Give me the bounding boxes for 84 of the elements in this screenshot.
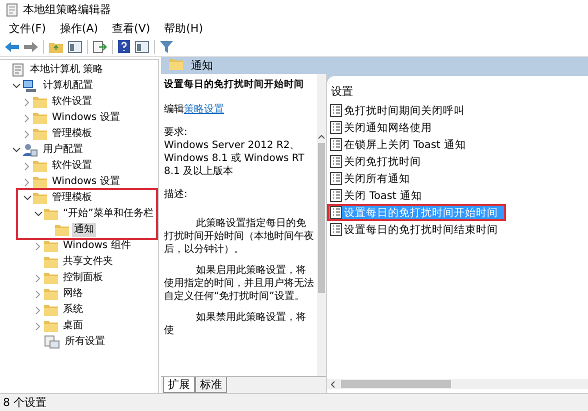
window-title: 本地组策略编辑器 (23, 2, 111, 17)
column-header[interactable]: 设置 (327, 76, 588, 102)
policy-setting-item[interactable]: 关闭所有通知 (327, 170, 588, 187)
tree-item[interactable]: Windows 设置 (50, 175, 122, 189)
description-label: 描述: (164, 188, 188, 201)
policy-title: 设置每日的免打扰时间开始时间 (164, 78, 305, 91)
folder-icon (44, 320, 58, 332)
tree-item[interactable]: Windows 设置 (50, 111, 122, 125)
policy-setting-item[interactable]: 在锁屏上关闭 Toast 通知 (327, 136, 588, 153)
forward-arrow-icon[interactable] (24, 40, 38, 52)
setting-icon (330, 155, 342, 168)
folder-icon (44, 288, 58, 300)
setting-icon (330, 189, 342, 202)
view-tab[interactable]: 标准 (195, 377, 227, 393)
tree-item[interactable]: 管理模板 (50, 127, 94, 141)
tree-item[interactable]: 所有设置 (63, 335, 107, 349)
tree-item[interactable]: 通知 (72, 223, 96, 237)
app-icon (6, 2, 18, 16)
folder-icon (44, 304, 58, 316)
folder-icon (33, 128, 47, 140)
tree-item[interactable]: 软件设置 (50, 159, 94, 173)
menu-item[interactable]: 查看(V) (105, 20, 158, 36)
help-icon[interactable] (118, 40, 130, 53)
tree-item[interactable]: 用户配置 (41, 143, 85, 157)
edit-label: 编辑 (164, 104, 184, 115)
pane-title: 通知 (191, 58, 213, 73)
description-paragraph: 如果禁用此策略设置，将使 (164, 311, 307, 337)
folder-icon (169, 58, 183, 70)
folder-icon (44, 272, 58, 284)
users-icon (22, 143, 38, 157)
setting-icon (330, 104, 342, 117)
view-tab[interactable]: 扩展 (163, 377, 195, 393)
tree-item[interactable]: 网络 (61, 287, 85, 301)
tree-item[interactable]: “开始”菜单和任务栏 (61, 207, 156, 221)
description-paragraph: 此策略设置指定每日的免打扰时间开始时间（本地时间午夜后，以分钟计）。 (164, 217, 315, 256)
setting-icon (330, 206, 342, 219)
policy-setting-item[interactable]: 关闭通知网络使用 (327, 119, 588, 136)
folder-icon (55, 224, 69, 236)
folder-icon (33, 160, 47, 172)
folder-icon (33, 96, 47, 108)
vertical-scrollbar[interactable] (317, 74, 326, 376)
panel-icon[interactable] (135, 40, 149, 52)
export-icon[interactable] (93, 40, 107, 52)
folder-icon[interactable] (49, 40, 63, 52)
setting-icon (330, 121, 342, 134)
policy-setting-item[interactable]: 关闭免打扰时间 (327, 153, 588, 170)
status-text: 8 个设置 (3, 395, 46, 410)
requirements-label: 要求: (164, 126, 188, 139)
policy-icon (11, 63, 25, 77)
panel-icon[interactable] (68, 40, 82, 52)
folder-icon (44, 240, 58, 252)
requirements-text: Windows Server 2012 R2、Windows 8.1 或 Windows RT 8.1 及以上版本 (164, 139, 306, 178)
scroll-left-icon[interactable] (331, 380, 335, 388)
tree-item[interactable]: 管理模板 (50, 191, 94, 205)
back-arrow-icon[interactable] (5, 40, 19, 52)
tree-item[interactable]: Windows 组件 (61, 239, 133, 253)
setting-icon (330, 223, 342, 236)
folder-icon (44, 256, 58, 268)
tree-item[interactable]: 本地计算机 策略 (28, 63, 106, 77)
tree-item[interactable]: 共享文件夹 (61, 255, 115, 269)
folder-icon (44, 208, 58, 220)
policy-setting-item[interactable]: 设置每日的免打扰时间结束时间 (327, 221, 588, 238)
policy-setting-item[interactable]: 免打扰时间期间关闭呼叫 (327, 102, 588, 119)
settings-icon (44, 335, 60, 349)
tree-item[interactable]: 控制面板 (61, 271, 105, 285)
menu-item[interactable]: 帮助(H) (157, 20, 210, 36)
horizontal-scrollbar[interactable] (327, 379, 588, 389)
menu-item[interactable]: 文件(F) (2, 20, 53, 36)
tree-item[interactable]: 系统 (61, 303, 85, 317)
tree-item[interactable]: 计算机配置 (41, 79, 95, 93)
policy-setting-item[interactable]: 关闭 Toast 通知 (327, 187, 588, 204)
folder-icon (33, 112, 47, 124)
folder-icon (33, 192, 47, 204)
tree-item[interactable]: 桌面 (61, 319, 85, 333)
scroll-up-icon[interactable] (318, 134, 325, 139)
tree-item[interactable]: 软件设置 (50, 95, 94, 109)
setting-icon (330, 172, 342, 185)
description-paragraph: 如果启用此策略设置，将使用指定的时间，并且用户将无法自定义任何“免打扰时间”设置。 (164, 264, 315, 303)
computer-icon (22, 79, 38, 93)
policy-settings-link[interactable]: 策略设置 (184, 104, 224, 115)
setting-icon (330, 138, 342, 151)
filter-icon[interactable] (160, 40, 173, 52)
folder-icon (33, 176, 47, 188)
menu-item[interactable]: 操作(A) (52, 20, 106, 36)
